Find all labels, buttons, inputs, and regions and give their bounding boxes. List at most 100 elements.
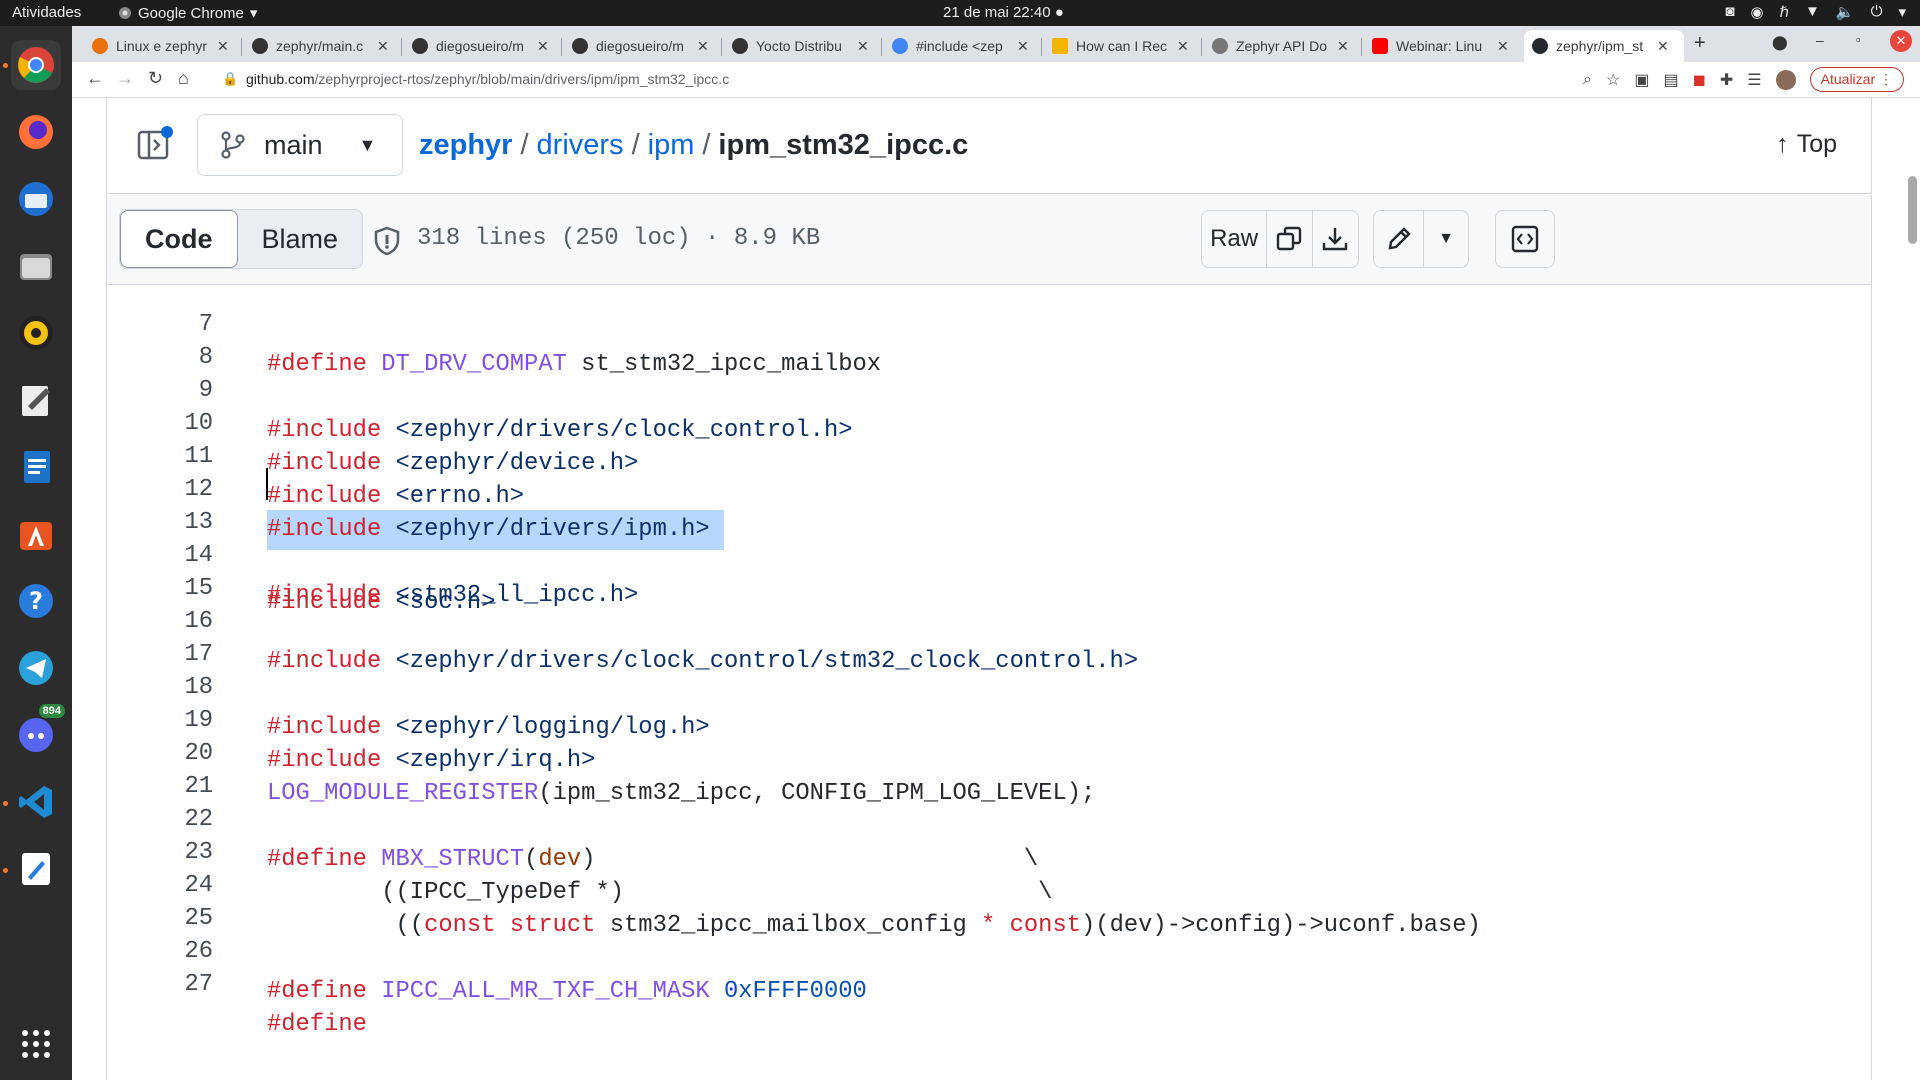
tab-favicon-icon — [92, 38, 108, 54]
help-dock-icon[interactable]: ? — [11, 576, 61, 626]
pencil-icon — [1388, 227, 1411, 250]
tab-blame[interactable]: Blame — [238, 210, 363, 268]
home-icon[interactable]: ⌂ — [178, 68, 189, 89]
raw-button[interactable]: Raw — [1202, 211, 1268, 267]
tab-search-icon[interactable]: ⬤ — [1772, 34, 1788, 51]
breadcrumb-repo-link[interactable]: zephyr — [419, 129, 512, 162]
reading-list-icon[interactable]: ☰ — [1747, 70, 1761, 90]
discord-tray-icon[interactable]: ◙ — [1725, 3, 1734, 21]
close-tab-icon[interactable]: ✕ — [1017, 38, 1029, 55]
code-viewer[interactable]: 7 #define DT_DRV_COMPAT st_stm32_ipcc_ma… — [106, 285, 1872, 1080]
github-favicon-icon — [412, 38, 428, 54]
hp-tray-icon[interactable]: ℏ — [1780, 3, 1790, 21]
chrome-tray-icon[interactable]: ◉ — [1750, 3, 1763, 21]
extension-icon[interactable]: ▣ — [1634, 70, 1649, 90]
close-tab-icon[interactable]: ✕ — [857, 38, 869, 55]
firefox-dock-icon[interactable] — [11, 107, 61, 157]
system-top-bar: Atividades Google Chrome ▾ 21 de mai 22:… — [0, 0, 1920, 26]
software-dock-icon[interactable] — [11, 509, 61, 559]
shield-icon[interactable] — [371, 225, 403, 257]
browser-tab[interactable]: Yocto Distribu ✕ — [724, 30, 880, 62]
chrome-dock-icon[interactable] — [11, 40, 61, 90]
address-bar[interactable]: github.com/zephyrproject-rtos/zephyr/blo… — [246, 71, 729, 87]
close-tab-icon[interactable]: ✕ — [217, 38, 229, 55]
clock-text: 21 de mai 22:40 — [943, 4, 1051, 21]
sidebar-toggle-icon[interactable] — [137, 126, 173, 162]
browser-tab[interactable]: Webinar: Linu ✕ — [1364, 30, 1520, 62]
rhythmbox-dock-icon[interactable] — [11, 308, 61, 358]
close-tab-icon[interactable]: ✕ — [1497, 38, 1509, 55]
writer-dock-icon[interactable] — [11, 442, 61, 492]
minimize-icon[interactable]: – — [1816, 32, 1824, 48]
clock[interactable]: 21 de mai 22:40 ● — [943, 4, 1064, 21]
browser-tab[interactable]: diegosueiro/m ✕ — [404, 30, 560, 62]
puzzle-icon[interactable]: ✚ — [1720, 70, 1733, 90]
activities-button[interactable]: Atividades — [12, 4, 81, 21]
copy-raw-button[interactable] — [1267, 211, 1313, 267]
browser-tab[interactable]: Zephyr API Do ✕ — [1204, 30, 1360, 62]
close-tab-icon[interactable]: ✕ — [537, 38, 549, 55]
breadcrumb-ipm-link[interactable]: ipm — [648, 129, 695, 162]
close-tab-icon[interactable]: ✕ — [697, 38, 709, 55]
system-tray[interactable]: ◙ ◉ ℏ ▼ 🔈 ⏻ ▾ — [1725, 3, 1906, 21]
bookmark-star-icon[interactable]: ☆ — [1606, 70, 1620, 90]
gedit-dock-icon[interactable] — [11, 844, 61, 894]
forward-arrow-icon[interactable]: → — [116, 68, 134, 89]
close-tab-icon[interactable]: ✕ — [377, 38, 389, 55]
top-label: Top — [1796, 130, 1837, 158]
line-number[interactable]: 27 — [107, 965, 213, 1005]
power-icon[interactable]: ⏻ — [1871, 3, 1883, 21]
branch-selector-button[interactable]: main ▼ — [197, 114, 403, 176]
extension-icon[interactable]: ▤ — [1663, 70, 1678, 90]
discord-icon — [19, 718, 53, 752]
browser-tab[interactable]: How can I Rec ✕ — [1044, 30, 1200, 62]
tab-title: #include <zep — [916, 38, 1003, 54]
notepad-icon — [22, 386, 50, 416]
lock-icon[interactable]: 🔒 — [222, 71, 238, 87]
edit-file-button[interactable] — [1374, 211, 1424, 267]
folder-icon — [20, 254, 52, 280]
page-scrollbar-thumb[interactable] — [1908, 176, 1917, 244]
dock: ? 894 — [0, 26, 72, 1080]
browser-tab[interactable]: #include <zep ✕ — [884, 30, 1040, 62]
breadcrumb-separator: / — [520, 129, 529, 161]
close-tab-icon[interactable]: ✕ — [1657, 38, 1669, 55]
discord-dock-icon[interactable]: 894 — [11, 704, 65, 760]
files-dock-icon[interactable] — [11, 241, 61, 291]
show-apps-button[interactable] — [11, 1019, 61, 1069]
tab-title: zephyr/ipm_st — [1556, 38, 1644, 54]
chevron-down-icon[interactable]: ▾ — [1898, 3, 1906, 21]
zoom-icon[interactable]: ⌕ — [1583, 71, 1592, 89]
app-name: Google Chrome — [138, 4, 244, 22]
telegram-dock-icon[interactable] — [11, 643, 61, 693]
update-button[interactable]: Atualizar ⋮ — [1809, 67, 1904, 92]
text-editor-dock-icon[interactable] — [11, 375, 61, 425]
back-to-top-button[interactable]: ↑ Top — [1776, 130, 1837, 159]
close-tab-icon[interactable]: ✕ — [1177, 38, 1189, 55]
volume-icon[interactable]: 🔈 — [1836, 3, 1855, 21]
browser-tab-active[interactable]: zephyr/ipm_st ✕ — [1524, 30, 1684, 62]
close-tab-icon[interactable]: ✕ — [1337, 38, 1349, 55]
url-host: github.com — [246, 71, 315, 87]
thunderbird-dock-icon[interactable] — [11, 174, 61, 224]
vscode-dock-icon[interactable] — [11, 777, 61, 827]
browser-tab[interactable]: Linux e zephyr ✕ — [84, 30, 240, 62]
new-tab-button[interactable]: + — [1694, 32, 1706, 55]
page-scrollbar-track[interactable] — [1905, 98, 1920, 1080]
copy-icon — [1277, 226, 1302, 251]
profile-avatar[interactable] — [1775, 69, 1796, 90]
tab-code[interactable]: Code — [120, 210, 238, 268]
symbols-panel-button[interactable] — [1495, 210, 1555, 268]
browser-tab[interactable]: zephyr/main.c ✕ — [244, 30, 400, 62]
app-menu[interactable]: Google Chrome ▾ — [118, 4, 257, 22]
reload-icon[interactable]: ↻ — [148, 68, 163, 89]
maximize-icon[interactable]: ▫ — [1856, 32, 1861, 47]
breadcrumb-drivers-link[interactable]: drivers — [537, 129, 624, 162]
extension-on-icon[interactable]: ◼ — [1693, 70, 1706, 90]
back-arrow-icon[interactable]: ← — [86, 68, 104, 89]
browser-tab[interactable]: diegosueiro/m ✕ — [564, 30, 720, 62]
more-edit-options-button[interactable]: ▼ — [1424, 211, 1468, 267]
close-window-icon[interactable]: ✕ — [1890, 30, 1912, 52]
wifi-icon[interactable]: ▼ — [1805, 3, 1820, 21]
download-button[interactable] — [1313, 211, 1358, 267]
